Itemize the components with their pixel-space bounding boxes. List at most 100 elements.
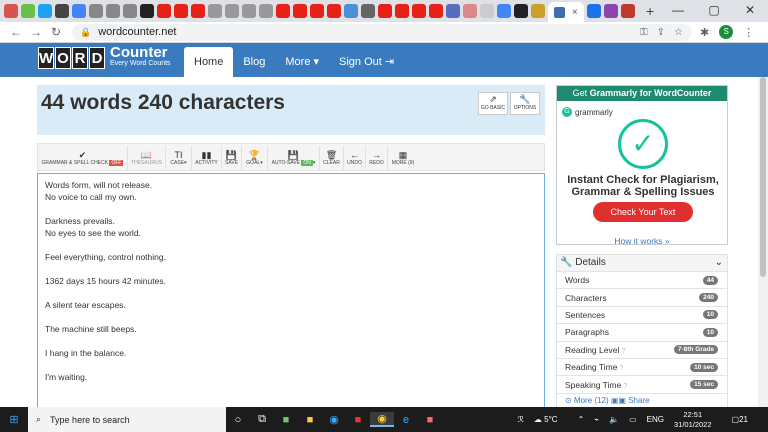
tab-favicon[interactable] <box>497 4 511 18</box>
chevron-up-icon[interactable]: ⌃ <box>578 415 585 424</box>
tab-favicon[interactable] <box>55 4 69 18</box>
clear-button[interactable]: 🗑 CLEAR <box>320 146 344 170</box>
nav-more[interactable]: More ▾ <box>275 47 329 77</box>
tab-favicon[interactable] <box>463 4 477 18</box>
taskbar-search-input[interactable]: ⌕ Type here to search <box>28 407 226 432</box>
grammar-check-button[interactable]: ✔ GRAMMAR & SPELL CHECK OFF <box>38 146 128 170</box>
tab-favicon[interactable] <box>531 4 545 18</box>
nav-blog[interactable]: Blog <box>233 47 275 77</box>
back-icon[interactable]: ← <box>6 25 26 39</box>
nav-sign-out[interactable]: Sign Out ⇥ <box>329 47 404 77</box>
app-icon[interactable]: ■ <box>274 414 298 426</box>
tab-favicon[interactable] <box>514 4 528 18</box>
weather-icon[interactable]: ☁ 5°C <box>534 415 568 424</box>
redo-button[interactable]: → REDO <box>366 146 388 170</box>
tab-favicon[interactable] <box>89 4 103 18</box>
undo-button[interactable]: ← UNDO <box>344 146 366 170</box>
tab-favicon[interactable] <box>225 4 239 18</box>
tab-favicon[interactable] <box>21 4 35 18</box>
check-your-text-button[interactable]: Check Your Text <box>593 202 693 222</box>
text-editor[interactable]: Words form, will not release. No voice t… <box>37 173 545 413</box>
tab-favicon[interactable] <box>412 4 426 18</box>
tab-favicon[interactable] <box>344 4 358 18</box>
share-link[interactable]: Share <box>628 396 649 405</box>
tab-favicon[interactable] <box>259 4 273 18</box>
tab-favicon[interactable] <box>276 4 290 18</box>
grammarly-ad[interactable]: Get Grammarly for WordCounter G grammarl… <box>556 85 728 245</box>
forward-icon[interactable]: → <box>26 25 46 39</box>
how-it-works-link[interactable]: How it works » <box>556 236 728 246</box>
nav-home[interactable]: Home <box>184 47 234 77</box>
tab-favicon[interactable] <box>191 4 205 18</box>
go-basic-button[interactable]: ⇗ GO BASIC <box>478 92 508 115</box>
tab-favicon[interactable] <box>106 4 120 18</box>
site-logo[interactable]: W O R D Counter Every Word Counts <box>38 45 171 69</box>
auto-save-button[interactable]: 💾 AUTO-SAVE ON ▾ <box>268 146 320 170</box>
tab-favicon[interactable] <box>208 4 222 18</box>
minimize-button[interactable]: — <box>660 0 696 22</box>
tab-favicon[interactable] <box>480 4 494 18</box>
cortana-icon[interactable]: ○ <box>226 414 250 426</box>
network-icon[interactable]: ⌁ <box>594 415 599 424</box>
tab-favicon[interactable] <box>293 4 307 18</box>
app-icon[interactable]: ■ <box>418 414 442 426</box>
tab-favicon[interactable] <box>361 4 375 18</box>
tab-favicon[interactable] <box>140 4 154 18</box>
share-icon[interactable]: ⇪ <box>657 27 665 38</box>
tab-favicon[interactable] <box>395 4 409 18</box>
tab-favicon[interactable] <box>157 4 171 18</box>
save-button[interactable]: 💾 SAVE <box>222 146 242 170</box>
toggle-icon[interactable]: ⊙ <box>565 396 572 405</box>
tab-favicon[interactable] <box>123 4 137 18</box>
task-view-icon[interactable]: ⧉ <box>250 413 274 426</box>
app-icon[interactable]: ■ <box>346 414 370 426</box>
tab-favicon[interactable] <box>429 4 443 18</box>
profile-avatar[interactable]: S <box>719 25 734 39</box>
help-icon[interactable]: ? <box>621 348 625 355</box>
chrome-icon[interactable]: ◉ <box>370 412 394 427</box>
tab-favicon[interactable] <box>38 4 52 18</box>
scrollbar-thumb[interactable] <box>760 77 766 277</box>
help-icon[interactable]: ? <box>623 383 627 390</box>
goal-button[interactable]: 🏆 GOAL▾ <box>242 146 268 170</box>
internet-explorer-icon[interactable]: e <box>394 414 418 426</box>
tab-wordcounter[interactable]: × <box>548 2 584 22</box>
edge-icon[interactable]: ◉ <box>322 413 346 426</box>
tab-favicon[interactable] <box>587 4 601 18</box>
options-button[interactable]: 🔧 OPTIONS <box>510 92 540 115</box>
volume-icon[interactable]: 🔈 <box>609 415 619 424</box>
close-window-button[interactable]: ✕ <box>732 0 768 22</box>
page-scrollbar[interactable] <box>758 77 768 407</box>
activity-button[interactable]: ▮▮ ACTIVITY <box>192 146 222 170</box>
tab-favicon[interactable] <box>446 4 460 18</box>
tab-favicon[interactable] <box>310 4 324 18</box>
new-tab-button[interactable]: + <box>646 3 654 19</box>
maximize-button[interactable]: ▢ <box>696 0 732 22</box>
more-tools-button[interactable]: ▦ MORE (9) <box>388 146 418 170</box>
thesaurus-button[interactable]: 📖 THESAURUS <box>128 146 166 170</box>
help-icon[interactable]: ? <box>619 365 623 372</box>
battery-icon[interactable]: ▭ <box>629 415 637 424</box>
file-explorer-icon[interactable]: ■ <box>298 414 322 426</box>
chevron-down-icon[interactable]: ⌄ <box>715 255 723 271</box>
language-indicator[interactable]: ENG <box>647 415 664 424</box>
close-tab-icon[interactable]: × <box>572 7 578 18</box>
reload-icon[interactable]: ↻ <box>46 25 66 39</box>
star-icon[interactable]: ☆ <box>674 27 683 38</box>
twitter-icon[interactable]: ▣ <box>618 396 626 405</box>
notifications-icon[interactable]: ▢21 <box>732 415 758 424</box>
tab-favicon[interactable] <box>604 4 618 18</box>
more-details-link[interactable]: More (12) <box>574 396 609 405</box>
menu-dots-icon[interactable]: ⋮ <box>743 26 754 39</box>
key-icon[interactable]: ⚿ <box>640 27 648 38</box>
extensions-icon[interactable]: ✱ <box>700 26 709 39</box>
people-icon[interactable]: ℛ <box>518 415 524 424</box>
windows-start-icon[interactable]: ⊞ <box>0 413 28 426</box>
tab-favicon[interactable] <box>242 4 256 18</box>
clock[interactable]: 22:51 31/01/2022 <box>674 410 722 430</box>
tab-favicon[interactable] <box>174 4 188 18</box>
case-button[interactable]: TI CASE▾ <box>166 146 192 170</box>
details-header[interactable]: 🔧 Details ⌄ <box>557 255 727 271</box>
tab-favicon[interactable] <box>327 4 341 18</box>
tab-favicon[interactable] <box>621 4 635 18</box>
